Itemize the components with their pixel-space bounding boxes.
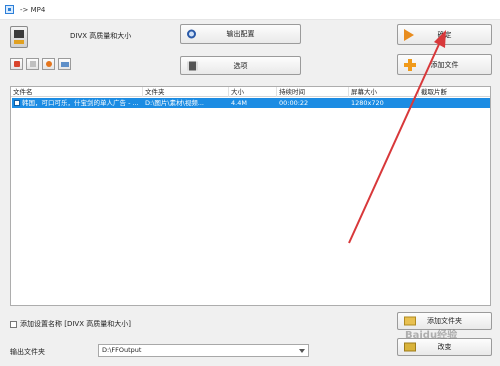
file-list[interactable]: 文件名 文件夹 大小 持续时间 屏幕大小 截取片断 韩国，可口可乐，什宝剑的单人… [10, 86, 491, 306]
output-folder-value: D:\FFOutput [102, 346, 142, 354]
column-header-size[interactable]: 大小 [229, 87, 277, 97]
format-icon [10, 26, 28, 48]
video-file-icon [14, 100, 20, 106]
add-file-label: 添加文件 [430, 60, 459, 69]
cell-duration: 00:00:22 [279, 99, 309, 107]
cell-resolution: 1280x720 [351, 99, 384, 107]
add-file-button[interactable]: 添加文件 [397, 54, 492, 75]
app-icon [5, 5, 14, 14]
column-header-resolution[interactable]: 屏幕大小 [349, 87, 419, 97]
cell-folder: D:\图片\素材\视频... [145, 99, 204, 107]
add-item-tool-button[interactable] [10, 58, 23, 70]
baidu-watermark: Baidu经验 [405, 330, 458, 341]
column-header-name[interactable]: 文件名 [11, 87, 143, 97]
output-config-label: 输出配置 [226, 30, 255, 38]
window-title: -> MP4 [20, 5, 46, 14]
output-config-button[interactable]: 输出配置 [180, 24, 301, 44]
options-button[interactable]: 选项 [180, 56, 301, 75]
column-header-folder[interactable]: 文件夹 [143, 87, 229, 97]
plus-icon [404, 58, 416, 71]
clear-tool-button[interactable] [42, 58, 55, 70]
film-icon [187, 61, 198, 70]
ok-button[interactable]: 确定 [397, 24, 492, 45]
media-info-tool-button[interactable] [58, 58, 71, 70]
delete-icon [29, 61, 36, 67]
format-label: DIVX 高质量和大小 [70, 32, 132, 40]
add-setting-name-label: 添加设置名称 [DIVX 高质量和大小] [20, 320, 131, 328]
gear-icon [187, 29, 196, 39]
change-label: 改变 [437, 343, 452, 351]
app-window: -> MP4 DIVX 高质量和大小 输出配置 选项 确定 添加文件 文件名 文… [0, 0, 500, 366]
cell-name: 韩国，可口可乐，什宝剑的单人广告 - ... [12, 98, 143, 108]
remove-item-tool-button[interactable] [26, 58, 39, 70]
add-folder-label: 添加文件夹 [427, 317, 462, 325]
table-row[interactable]: 韩国，可口可乐，什宝剑的单人广告 - ... D:\图片\素材\视频... 4.… [12, 98, 490, 108]
add-setting-name-option[interactable]: 添加设置名称 [DIVX 高质量和大小] [10, 319, 131, 329]
folder-icon [404, 316, 416, 326]
list-toolbar [10, 58, 71, 70]
column-header-clip[interactable]: 截取片断 [419, 87, 491, 97]
output-folder-select[interactable]: D:\FFOutput [98, 344, 309, 357]
ok-label: 确定 [437, 30, 452, 39]
add-icon [13, 61, 20, 67]
add-setting-name-checkbox[interactable] [10, 320, 17, 328]
title-bar: -> MP4 [0, 0, 500, 20]
cell-name-text: 韩国，可口可乐，什宝剑的单人广告 - ... [22, 99, 139, 107]
output-folder-label: 输出文件夹 [10, 348, 45, 356]
list-header: 文件名 文件夹 大小 持续时间 屏幕大小 截取片断 [11, 87, 490, 97]
arrow-right-icon [404, 28, 414, 41]
cell-clip [419, 98, 490, 108]
folder-change-icon [404, 342, 416, 352]
chevron-down-icon[interactable] [299, 349, 305, 353]
info-icon [60, 61, 69, 67]
cell-size: 4.4M [231, 99, 247, 107]
record-icon [45, 61, 52, 67]
options-label: 选项 [233, 61, 248, 70]
column-header-duration[interactable]: 持续时间 [277, 87, 349, 97]
